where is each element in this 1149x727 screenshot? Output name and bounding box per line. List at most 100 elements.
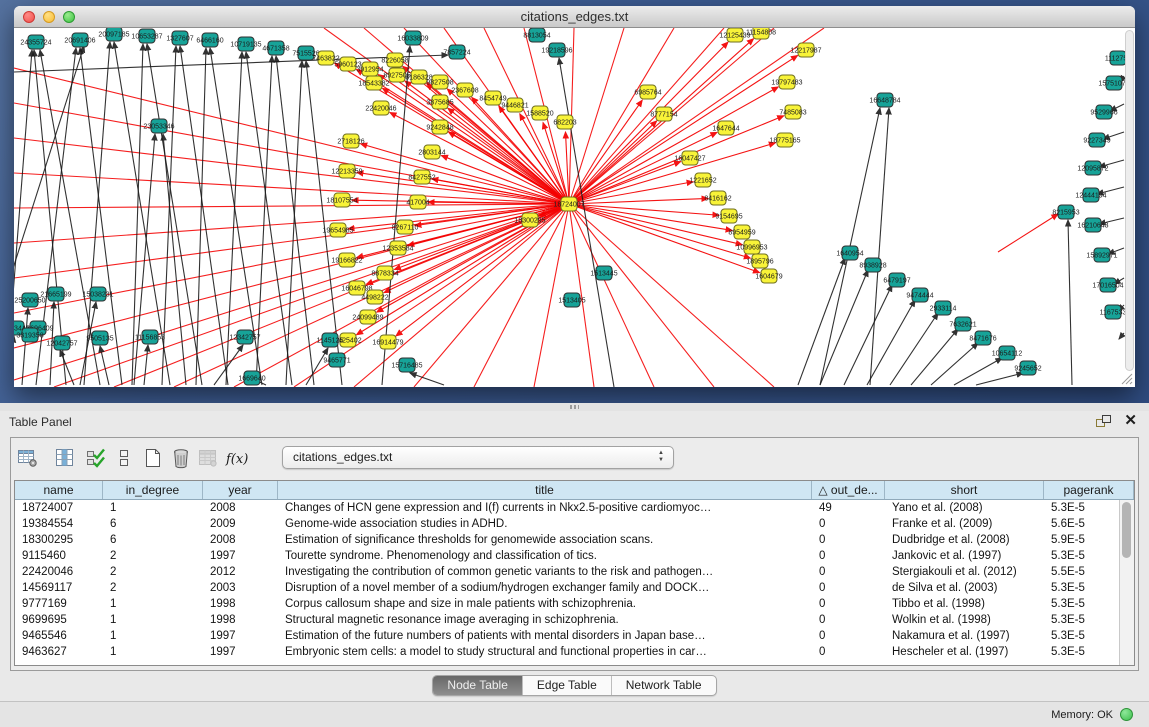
panel-splitter[interactable] (0, 403, 1149, 411)
edge (14, 46, 84, 328)
table-row[interactable]: 1938455462009Genome-wide association stu… (15, 516, 1134, 532)
table-container: f(x) citations_edges.txt ▲▼ namein_degre… (10, 437, 1139, 671)
network-desktop: citations_edges.txt 24355724206914062009… (0, 0, 1149, 403)
node-label: 18107554 (326, 197, 357, 204)
float-panel-icon[interactable] (1094, 413, 1112, 429)
node-label: 6985764 (634, 89, 661, 96)
node-label: 25200650 (14, 297, 45, 304)
node-label: 16047427 (674, 155, 705, 162)
node-label: 12353584 (382, 245, 413, 252)
cell-out_de: 49 (812, 500, 885, 516)
node-label: 18724007 (553, 201, 584, 208)
node-label: 24099489 (352, 314, 383, 321)
node-label: 9474444 (906, 292, 933, 299)
cell-out_de: 0 (812, 564, 885, 580)
node-label: 9154695 (715, 213, 742, 220)
cell-out_de: 0 (812, 516, 885, 532)
table-row[interactable]: 1872400712008Changes of HCN gene express… (15, 500, 1134, 516)
node-label: 12095872 (1077, 165, 1108, 172)
node-label: 20097185 (98, 31, 129, 38)
node-label: 8777154 (650, 111, 677, 118)
column-header-year[interactable]: year (203, 481, 278, 499)
table-scrollbar-thumb[interactable] (1122, 502, 1131, 558)
edge (870, 108, 889, 385)
network-window: citations_edges.txt 24355724206914062009… (14, 6, 1135, 387)
citation-network-graph[interactable]: 2435572420691406200971851065328713276076… (14, 28, 1135, 387)
cell-short: Hescheler et al. (1997) (885, 644, 1044, 660)
network-canvas[interactable]: 2435572420691406200971851065328713276076… (14, 28, 1135, 387)
window-titlebar[interactable]: citations_edges.txt (14, 6, 1135, 28)
node-label: 1167533 (1100, 309, 1127, 316)
node-label: 2367608 (451, 87, 478, 94)
table-row[interactable]: 946554611997Estimation of the future num… (15, 628, 1134, 644)
cell-year: 1997 (203, 548, 278, 564)
node-label: 15892971 (1086, 252, 1117, 259)
canvas-scrollbar[interactable] (1125, 30, 1134, 371)
node-label: 17016504 (1092, 282, 1123, 289)
resize-grip-icon[interactable] (1119, 371, 1133, 385)
node-label: 11156853 (135, 334, 165, 341)
table-toolbar: f(x) citations_edges.txt ▲▼ (11, 438, 1138, 478)
column-header-in_degree[interactable]: in_degree (103, 481, 203, 499)
column-header-pagerank[interactable]: pagerank (1044, 481, 1134, 499)
edge (410, 373, 444, 385)
node-label: 18300295 (514, 217, 545, 224)
table-scrollbar[interactable] (1119, 500, 1134, 665)
table-row[interactable]: 2242004622012Investigating the contribut… (15, 564, 1134, 580)
table-row[interactable]: 946362711997Embryonic stem cells: a mode… (15, 644, 1134, 660)
table-row[interactable]: 1830029562008Estimation of significance … (15, 532, 1134, 548)
node-label: 12342757 (229, 334, 260, 341)
table-row[interactable]: 1456911722003Disruption of a novel membe… (15, 580, 1134, 596)
row-height-icon[interactable] (111, 445, 137, 471)
column-header-name[interactable]: name (15, 481, 103, 499)
show-column-icon[interactable] (52, 445, 78, 471)
column-header-out_de[interactable]: △ out_de... (812, 481, 885, 499)
function-builder-icon[interactable]: f(x) (224, 445, 250, 471)
delete-table-icon[interactable] (168, 445, 194, 471)
node-label: 10996953 (736, 244, 767, 251)
column-header-short[interactable]: short (885, 481, 1044, 499)
edge (559, 58, 614, 387)
node-label: 8938928 (859, 262, 886, 269)
memory-ok-indicator[interactable] (1120, 708, 1133, 721)
cell-short: Wolkin et al. (1998) (885, 612, 1044, 628)
node-label: 4671358 (262, 45, 289, 52)
node-label: 4498222 (361, 294, 388, 301)
table-selector-dropdown[interactable]: citations_edges.txt ▲▼ (282, 446, 674, 469)
node-label: 8215953 (1052, 209, 1079, 216)
node-label: 9465771 (323, 357, 350, 364)
tab-network-table[interactable]: Network Table (612, 676, 716, 695)
cell-short: Yano et al. (2008) (885, 500, 1044, 516)
cell-name: 9699695 (15, 612, 103, 628)
cell-out_de: 0 (812, 612, 885, 628)
cell-short: Franke et al. (2009) (885, 516, 1044, 532)
cell-name: 19384554 (15, 516, 103, 532)
select-rows-icon[interactable] (83, 445, 109, 471)
cell-short: Nakamura et al. (1997) (885, 628, 1044, 644)
node-label: 1145125 (317, 337, 344, 344)
cell-name: 18724007 (15, 500, 103, 516)
node-label: 2933114 (930, 305, 957, 312)
table-row[interactable]: 969969511998Structural magnetic resonanc… (15, 612, 1134, 628)
tab-node-table[interactable]: Node Table (433, 676, 523, 695)
table-row[interactable]: 911546021997Tourette syndrome. Phenomeno… (15, 548, 1134, 564)
node-label: 16648784 (869, 97, 900, 104)
edge (890, 313, 938, 385)
table-row[interactable]: 977716911998Corpus callosum shape and si… (15, 596, 1134, 612)
edge (820, 270, 868, 385)
close-panel-icon[interactable]: ✕ (1124, 413, 1137, 429)
cell-in_degree: 2 (103, 580, 203, 596)
new-table-icon[interactable] (140, 445, 166, 471)
cell-short: Dudbridge et al. (2008) (885, 532, 1044, 548)
column-header-title[interactable]: title (278, 481, 812, 499)
tab-edge-table[interactable]: Edge Table (523, 676, 612, 695)
node-label: 8427552 (408, 174, 435, 181)
edge (60, 350, 74, 385)
edge (1119, 333, 1124, 339)
cell-short: de Silva et al. (2003) (885, 580, 1044, 596)
splitter-grip-icon[interactable] (570, 405, 579, 409)
cell-out_de: 0 (812, 532, 885, 548)
table-settings-icon[interactable] (15, 445, 41, 471)
edge (569, 198, 708, 204)
cell-title: Disruption of a novel member of a sodium… (278, 580, 812, 596)
